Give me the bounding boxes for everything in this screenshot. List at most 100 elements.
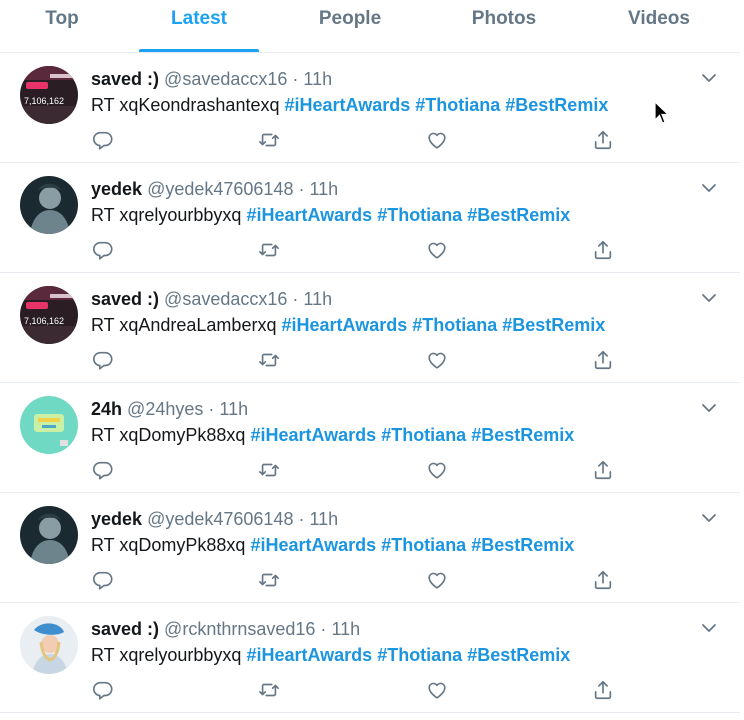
avatar[interactable]: [20, 506, 78, 564]
reply-icon[interactable]: [92, 129, 114, 151]
retweet-icon[interactable]: [258, 349, 280, 371]
share-icon[interactable]: [592, 459, 614, 481]
timestamp[interactable]: 11h: [309, 179, 338, 199]
retweet-icon[interactable]: [258, 129, 280, 151]
mouse-cursor-icon: [654, 101, 670, 124]
heart-icon[interactable]: [426, 239, 448, 261]
avatar[interactable]: 7,106,162: [20, 286, 78, 344]
mentioned-user: xqDomyPk88xq: [119, 535, 246, 555]
share-icon[interactable]: [592, 569, 614, 591]
separator-dot: ·: [292, 69, 299, 89]
hashtag-link[interactable]: #iHeartAwards: [246, 645, 372, 665]
heart-icon[interactable]: [426, 129, 448, 151]
tweet-header: saved :) @rcknthrnsaved16 · 11h: [91, 618, 360, 640]
tab-latest[interactable]: Latest: [129, 0, 269, 52]
hashtag-link[interactable]: #Thotiana: [415, 95, 500, 115]
chevron-down-icon[interactable]: [700, 291, 718, 303]
user-handle[interactable]: @yedek47606148: [147, 179, 293, 199]
reply-icon[interactable]: [92, 679, 114, 701]
separator-dot: ·: [208, 399, 215, 419]
hashtag-link[interactable]: #BestRemix: [471, 425, 574, 445]
retweet-icon[interactable]: [258, 679, 280, 701]
timestamp[interactable]: 11h: [303, 289, 332, 309]
tweet-item[interactable]: 7,106,162 saved :) @savedaccx16 · 11h RT x…: [0, 53, 740, 163]
chevron-down-icon[interactable]: [700, 621, 718, 633]
hashtag-link[interactable]: #Thotiana: [377, 205, 462, 225]
chevron-down-icon[interactable]: [700, 181, 718, 193]
display-name[interactable]: 24h: [91, 399, 122, 419]
hashtag-link[interactable]: #BestRemix: [467, 205, 570, 225]
tab-top[interactable]: Top: [0, 0, 132, 52]
heart-icon[interactable]: [426, 679, 448, 701]
tweet-text: RT xqDomyPk88xq #iHeartAwards #Thotiana …: [91, 423, 574, 447]
hashtag-link[interactable]: #Thotiana: [381, 425, 466, 445]
user-handle[interactable]: @24hyes: [127, 399, 203, 419]
display-name[interactable]: saved :): [91, 619, 159, 639]
user-handle[interactable]: @rcknthrnsaved16: [164, 619, 315, 639]
retweet-icon[interactable]: [258, 459, 280, 481]
timestamp[interactable]: 11h: [219, 399, 248, 419]
reply-icon[interactable]: [92, 459, 114, 481]
timestamp[interactable]: 11h: [303, 69, 332, 89]
tab-people[interactable]: People: [280, 0, 420, 52]
display-name[interactable]: saved :): [91, 289, 159, 309]
tweet-text: RT xqKeondrashantexq #iHeartAwards #Thot…: [91, 93, 608, 117]
avatar[interactable]: [20, 176, 78, 234]
chevron-down-icon[interactable]: [700, 401, 718, 413]
avatar[interactable]: [20, 616, 78, 674]
chevron-down-icon[interactable]: [700, 511, 718, 523]
hashtag-link[interactable]: #BestRemix: [467, 645, 570, 665]
share-icon[interactable]: [592, 349, 614, 371]
tweet-header: yedek @yedek47606148 · 11h: [91, 508, 338, 530]
hashtag-link[interactable]: #BestRemix: [505, 95, 608, 115]
reply-icon[interactable]: [92, 349, 114, 371]
tweet-text: RT xqAndreaLamberxq #iHeartAwards #Thoti…: [91, 313, 605, 337]
tab-photos[interactable]: Photos: [434, 0, 574, 52]
tab-videos[interactable]: Videos: [589, 0, 729, 52]
hashtag-link[interactable]: #BestRemix: [471, 535, 574, 555]
hashtag-link[interactable]: #Thotiana: [377, 645, 462, 665]
reply-icon[interactable]: [92, 239, 114, 261]
tweet-text: RT xqrelyourbbyxq #iHeartAwards #Thotian…: [91, 203, 570, 227]
hashtag-link[interactable]: #Thotiana: [381, 535, 466, 555]
hashtag-link[interactable]: #iHeartAwards: [250, 535, 376, 555]
hashtag-link[interactable]: #iHeartAwards: [250, 425, 376, 445]
hashtag-link[interactable]: #Thotiana: [412, 315, 497, 335]
tweet-text: RT xqDomyPk88xq #iHeartAwards #Thotiana …: [91, 533, 574, 557]
mentioned-user: xqAndreaLamberxq: [119, 315, 277, 335]
retweet-icon[interactable]: [258, 239, 280, 261]
chevron-down-icon[interactable]: [700, 71, 718, 83]
avatar-counter-text: 7,106,162: [24, 316, 64, 326]
display-name[interactable]: yedek: [91, 509, 142, 529]
tweet-item[interactable]: saved :) @rcknthrnsaved16 · 11h RT xqrely…: [0, 603, 740, 713]
heart-icon[interactable]: [426, 459, 448, 481]
hashtag-link[interactable]: #iHeartAwards: [281, 315, 407, 335]
display-name[interactable]: saved :): [91, 69, 159, 89]
reply-icon[interactable]: [92, 569, 114, 591]
share-icon[interactable]: [592, 239, 614, 261]
tweet-item[interactable]: 7,106,162 saved :) @savedaccx16 · 11h RT x…: [0, 273, 740, 383]
mentioned-user: xqDomyPk88xq: [119, 425, 246, 445]
display-name[interactable]: yedek: [91, 179, 142, 199]
user-handle[interactable]: @savedaccx16: [164, 289, 287, 309]
heart-icon[interactable]: [426, 569, 448, 591]
avatar[interactable]: [20, 396, 78, 454]
tweet-header: saved :) @savedaccx16 · 11h: [91, 288, 332, 310]
hashtag-link[interactable]: #iHeartAwards: [285, 95, 411, 115]
retweet-icon[interactable]: [258, 569, 280, 591]
user-handle[interactable]: @yedek47606148: [147, 509, 293, 529]
share-icon[interactable]: [592, 679, 614, 701]
share-icon[interactable]: [592, 129, 614, 151]
tweet-header: yedek @yedek47606148 · 11h: [91, 178, 338, 200]
timestamp[interactable]: 11h: [309, 509, 338, 529]
heart-icon[interactable]: [426, 349, 448, 371]
hashtag-link[interactable]: #BestRemix: [502, 315, 605, 335]
hashtag-link[interactable]: #iHeartAwards: [246, 205, 372, 225]
timestamp[interactable]: 11h: [331, 619, 360, 639]
user-handle[interactable]: @savedaccx16: [164, 69, 287, 89]
tweet-item[interactable]: yedek @yedek47606148 · 11h RT xqrelyourbb…: [0, 163, 740, 273]
tweet-item[interactable]: 24h @24hyes · 11h RT xqDomyPk88xq #iHeart…: [0, 383, 740, 493]
avatar[interactable]: 7,106,162: [20, 66, 78, 124]
tweet-item[interactable]: yedek @yedek47606148 · 11h RT xqDomyPk88x…: [0, 493, 740, 603]
retweet-prefix: RT: [91, 95, 115, 115]
